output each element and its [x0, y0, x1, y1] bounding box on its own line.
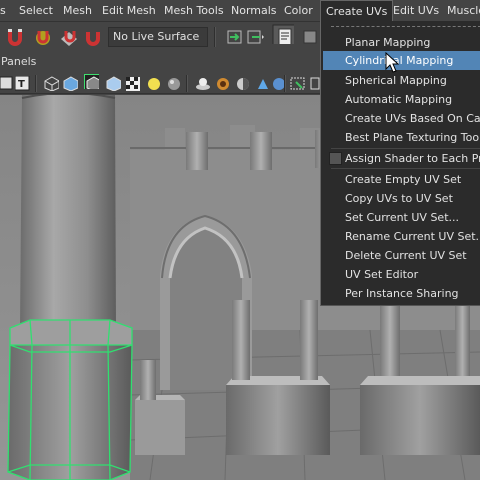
menu-item-automatic-mapping[interactable]: Automatic Mapping	[321, 90, 480, 109]
menu-item-uv-set-editor[interactable]: UV Set Editor	[321, 265, 480, 284]
menu-mesh-tools[interactable]: Mesh Tools	[164, 0, 224, 22]
isolate-icon[interactable]	[195, 76, 210, 91]
snap-plane-icon[interactable]	[58, 27, 80, 47]
wireframe-on-shaded-icon[interactable]	[84, 74, 99, 89]
maya-window: { "menubar": { "items": ["s", "Select", …	[0, 0, 480, 480]
menu-muscle[interactable]: Muscle	[447, 0, 480, 22]
menu-item-delete-uv-set[interactable]: Delete Current UV Set	[321, 246, 480, 265]
xray-components-icon[interactable]	[255, 76, 270, 91]
checker-icon[interactable]	[125, 76, 140, 91]
mouse-cursor-icon	[385, 52, 400, 73]
menu-item-per-instance-sharing[interactable]: Per Instance Sharing	[321, 284, 480, 303]
live-magnet-icon[interactable]	[82, 27, 104, 47]
resolution-gate-icon[interactable]	[290, 76, 305, 91]
input-ops-icon[interactable]	[226, 27, 248, 47]
tear-off-line[interactable]	[331, 26, 480, 27]
menu-item-assign-shader[interactable]: Assign Shader to Each Projection	[321, 149, 480, 168]
panel-separator-3	[284, 75, 286, 92]
main-menubar: s Select Mesh Edit Mesh Mesh Tools Norma…	[0, 0, 480, 22]
menu-mesh[interactable]: Mesh	[63, 0, 92, 22]
toolbar-separator	[214, 27, 216, 47]
magnet-icon[interactable]	[4, 27, 26, 47]
textured-icon[interactable]	[106, 76, 121, 91]
menu-item-planar-mapping[interactable]: Planar Mapping	[321, 33, 480, 52]
checkbox-icon[interactable]	[329, 152, 342, 165]
menu-item-copy-uvs[interactable]: Copy UVs to UV Set	[321, 189, 480, 208]
panel-separator	[35, 75, 37, 92]
wireframe-icon[interactable]	[44, 76, 59, 91]
menu-item-best-plane-tool[interactable]: Best Plane Texturing Tool	[321, 128, 480, 147]
menu-item-set-current-uv-set[interactable]: Set Current UV Set...	[321, 208, 480, 227]
assign-shader-label: Assign Shader to Each Projection	[345, 152, 480, 165]
menu-normals[interactable]: Normals	[231, 0, 277, 22]
menu-item-create-empty-uv-set[interactable]: Create Empty UV Set	[321, 170, 480, 189]
menu-edit-mesh[interactable]: Edit Mesh	[102, 0, 156, 22]
render-view-icon[interactable]	[272, 24, 294, 44]
menu-truncated[interactable]: s	[0, 0, 6, 22]
text-icon[interactable]: T	[15, 76, 30, 91]
live-surface-field[interactable]: No Live Surface	[108, 27, 208, 47]
smooth-shade-icon[interactable]	[63, 76, 78, 91]
xray-icon[interactable]	[215, 76, 230, 91]
output-ops-icon[interactable]	[246, 27, 268, 47]
xray-joints-icon[interactable]	[235, 76, 250, 91]
light-icon[interactable]	[146, 76, 161, 91]
shadow-sphere-icon[interactable]	[166, 76, 181, 91]
select-camera-icon[interactable]	[0, 76, 15, 91]
svg-text:T: T	[18, 79, 25, 90]
panel-separator-2	[186, 75, 188, 92]
menu-create-uvs[interactable]: Create UVs	[320, 0, 394, 22]
menu-color[interactable]: Color	[284, 0, 313, 22]
menu-edit-uvs[interactable]: Edit UVs	[393, 0, 439, 22]
menu-item-cylindrical-mapping[interactable]: Cylindrical Mapping	[323, 51, 480, 70]
menu-separator-2	[331, 168, 480, 169]
menu-item-create-uvs-camera[interactable]: Create UVs Based On Camera	[321, 109, 480, 128]
snap-magnet-icon[interactable]	[32, 27, 54, 47]
menu-select[interactable]: Select	[19, 0, 53, 22]
menu-item-rename-uv-set[interactable]: Rename Current UV Set...	[321, 227, 480, 246]
panels-menu[interactable]: Panels	[0, 54, 60, 70]
